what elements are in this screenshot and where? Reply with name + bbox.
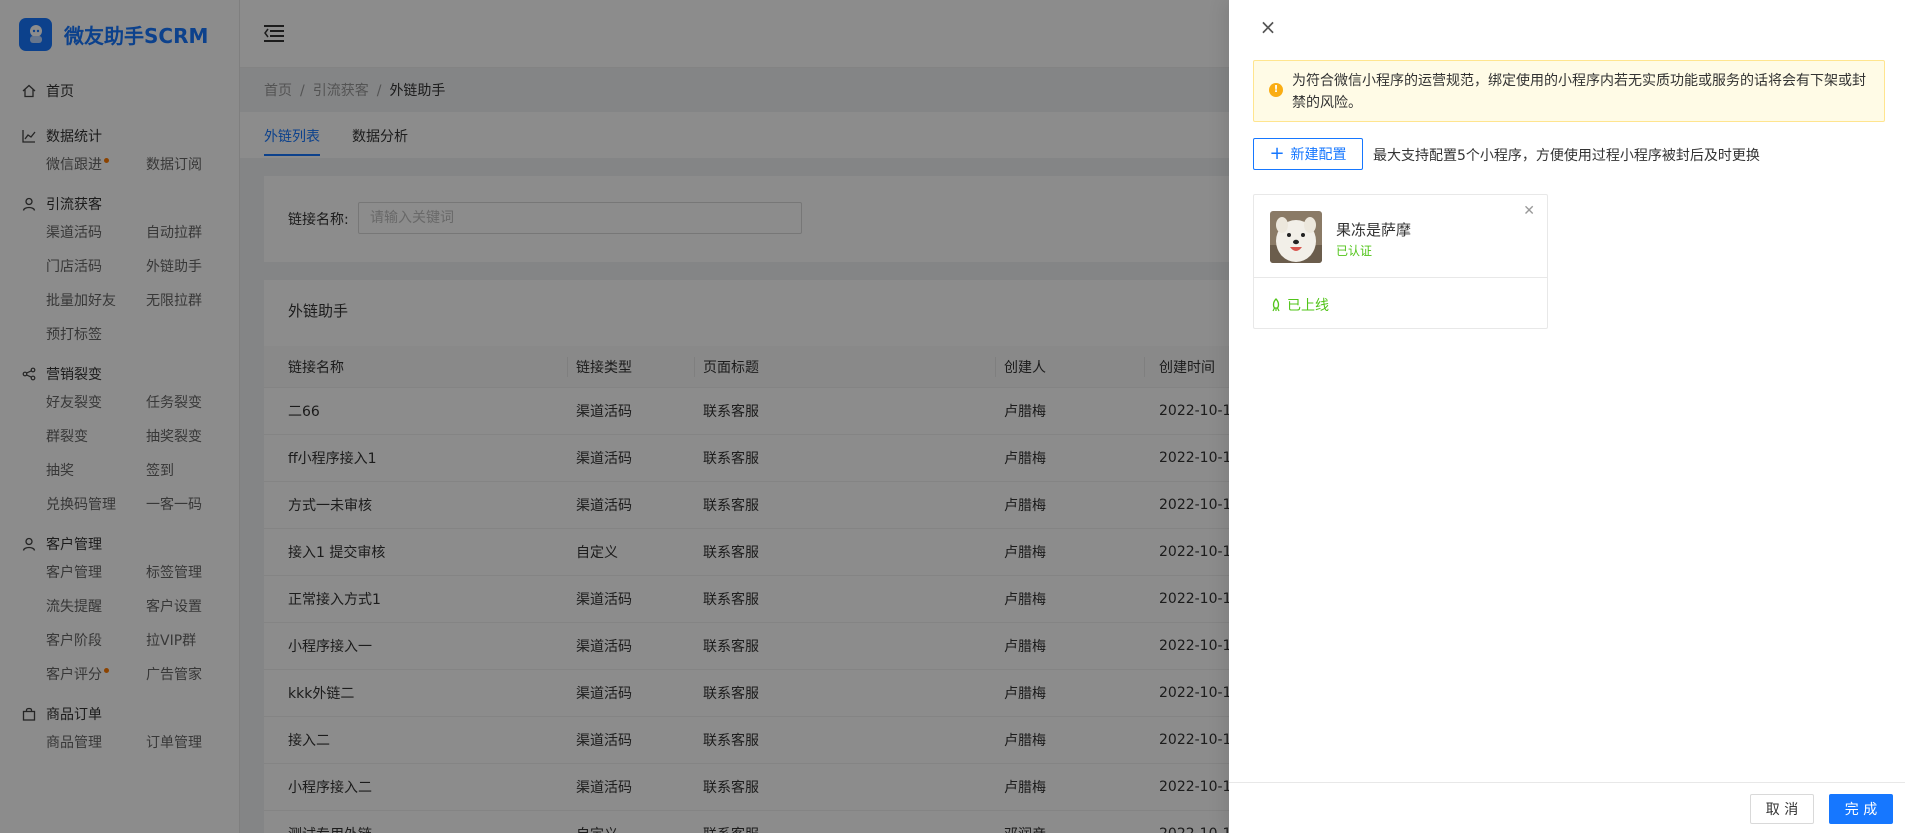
miniprogram-avatar	[1270, 211, 1322, 263]
remove-card-close-icon[interactable]: ✕	[1523, 203, 1535, 219]
drawer-mask[interactable]	[0, 0, 1229, 833]
miniprogram-card: 果冻是萨摩 已认证 ✕ 已上线	[1253, 194, 1548, 329]
new-config-hint: 最大支持配置5个小程序，方便使用过程小程序被封后及时更换	[1373, 148, 1760, 164]
exclamation-icon: !	[1269, 83, 1283, 97]
cancel-button[interactable]: 取 消	[1750, 794, 1814, 824]
alert-text: 为符合微信小程序的运营规范，绑定使用的小程序内若无实质功能或服务的话将会有下架或…	[1292, 73, 1866, 111]
verified-badge: 已认证	[1336, 244, 1373, 258]
miniprogram-name: 果冻是萨摩	[1336, 221, 1412, 239]
drawer-footer: 取 消 完 成	[1229, 782, 1905, 833]
rocket-icon	[1272, 298, 1280, 312]
close-icon[interactable]: ×	[1259, 17, 1277, 37]
new-config-button[interactable]: + 新建配置	[1253, 138, 1363, 170]
plus-icon: +	[1269, 143, 1285, 164]
warning-alert: ! 为符合微信小程序的运营规范，绑定使用的小程序内若无实质功能或服务的话将会有下…	[1253, 60, 1885, 122]
confirm-button[interactable]: 完 成	[1829, 794, 1893, 824]
online-status: 已上线	[1270, 295, 1329, 315]
miniprogram-card-header: 果冻是萨摩 已认证 ✕	[1254, 195, 1547, 278]
new-config-label: 新建配置	[1290, 147, 1347, 163]
online-status-label: 已上线	[1287, 298, 1329, 314]
miniprogram-config-drawer: × ! 为符合微信小程序的运营规范，绑定使用的小程序内若无实质功能或服务的话将会…	[1229, 0, 1905, 833]
